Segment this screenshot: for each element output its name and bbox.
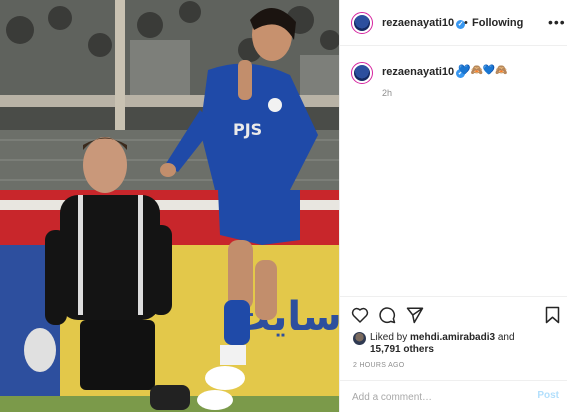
likes-text: Liked by mehdi.amirabadi3 and 15,791 othe… bbox=[370, 332, 555, 356]
liker-username[interactable]: mehdi.amirabadi3 bbox=[410, 332, 495, 343]
posted-time[interactable]: 2 HOURS AGO bbox=[353, 362, 405, 369]
heart-icon[interactable] bbox=[351, 306, 369, 323]
post-photo: ﺳﺎﻳﺖ PJS bbox=[0, 0, 339, 412]
bookmark-icon[interactable] bbox=[545, 306, 560, 324]
author-avatar[interactable] bbox=[351, 12, 373, 34]
author-username[interactable]: rezaenayati10 ✓ bbox=[382, 17, 466, 29]
following-button[interactable]: Following bbox=[472, 17, 523, 29]
author-username-text[interactable]: rezaenayati10 bbox=[382, 17, 454, 29]
likes-prefix: Liked by bbox=[370, 332, 411, 343]
separator-dot: • bbox=[464, 17, 468, 29]
liker-avatar[interactable] bbox=[353, 332, 366, 345]
comment-input[interactable] bbox=[352, 390, 522, 404]
caption-time[interactable]: 2h bbox=[382, 88, 392, 98]
likes-summary: Liked by mehdi.amirabadi3 and 15,791 othe… bbox=[340, 328, 567, 358]
svg-text:PJS: PJS bbox=[233, 120, 262, 139]
caption-text: 💙🙈💙🙈 bbox=[458, 65, 508, 76]
likes-count[interactable]: 15,791 others bbox=[370, 344, 434, 355]
share-icon[interactable] bbox=[406, 306, 424, 324]
caption-username[interactable]: rezaenayati10 ✓ bbox=[382, 66, 466, 78]
caption-username-text[interactable]: rezaenayati10 bbox=[382, 66, 454, 78]
likes-middle: and bbox=[495, 332, 515, 343]
caption-avatar[interactable] bbox=[351, 62, 373, 84]
action-bar bbox=[340, 296, 567, 332]
post-side-panel: rezaenayati10 ✓ • Following ••• rezaenaya… bbox=[339, 0, 567, 412]
post-image[interactable]: ﺳﺎﻳﺖ PJS bbox=[0, 0, 339, 412]
more-horizontal-icon[interactable]: ••• bbox=[548, 14, 566, 30]
comment-bar: Post bbox=[340, 380, 567, 412]
comment-icon[interactable] bbox=[378, 306, 396, 324]
post-header: rezaenayati10 ✓ • Following ••• bbox=[340, 0, 567, 46]
post-comment-button[interactable]: Post bbox=[537, 390, 559, 401]
